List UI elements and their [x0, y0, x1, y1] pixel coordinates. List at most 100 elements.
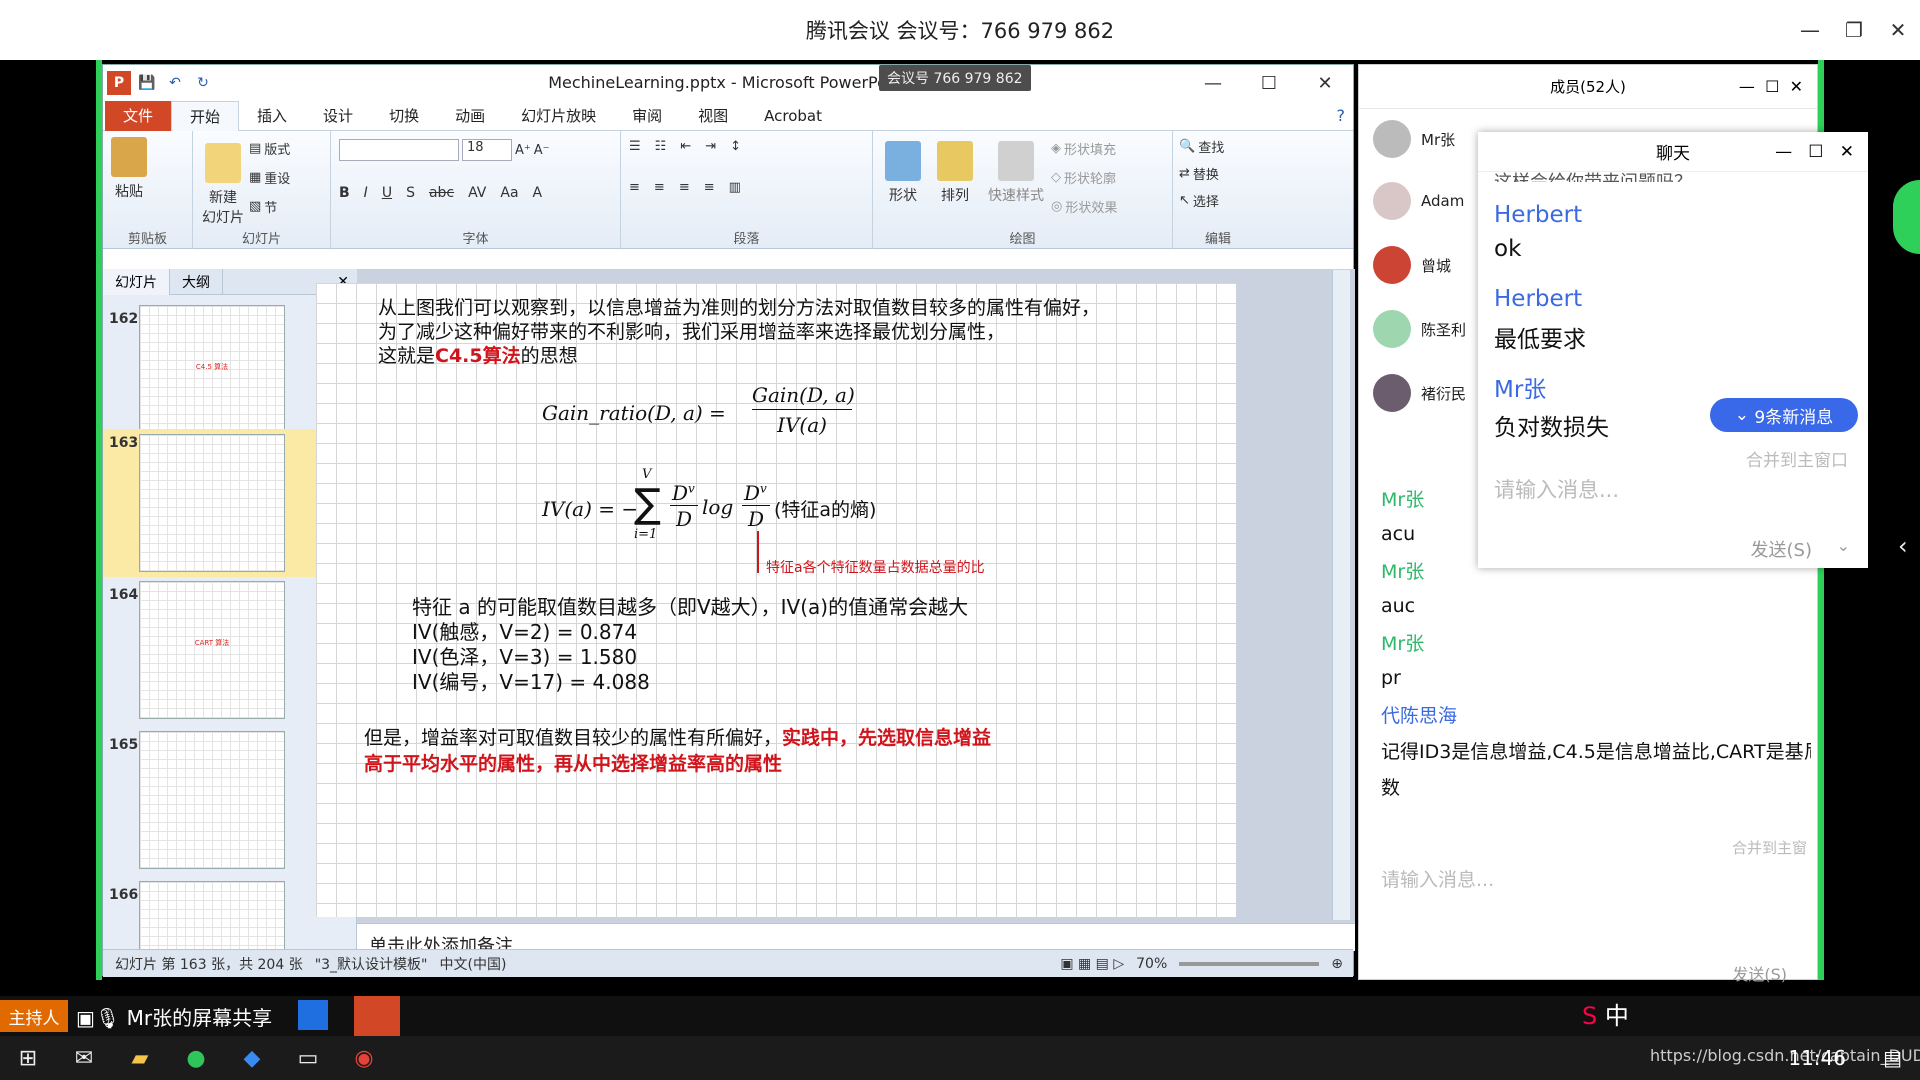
tab-slides-panel[interactable]: 幻灯片: [103, 268, 170, 295]
sogou-ime-icon[interactable]: S 中: [1582, 996, 1629, 1031]
lower-chat-input[interactable]: 请输入消息...: [1381, 865, 1494, 892]
bullets-icon[interactable]: ☰: [629, 139, 641, 154]
member-row[interactable]: 曾城: [1373, 245, 1451, 285]
member-row[interactable]: 陈圣利: [1373, 309, 1466, 349]
ppt-close-icon[interactable]: ✕: [1297, 65, 1353, 101]
formula-iv-den: IV(a): [777, 413, 827, 437]
new-messages-button[interactable]: ⌄ 9条新消息: [1710, 398, 1858, 432]
bold-icon[interactable]: B: [339, 185, 350, 201]
lower-merge-label[interactable]: 合并到主窗: [1732, 837, 1807, 858]
numbering-icon[interactable]: ☷: [655, 139, 667, 154]
paste-button[interactable]: 粘贴: [103, 131, 155, 201]
minimize-icon[interactable]: —: [1788, 0, 1832, 60]
find-button[interactable]: 🔍 查找: [1179, 137, 1257, 156]
shape-effect-button[interactable]: ◎ 形状效果: [1051, 197, 1117, 216]
font-size-select[interactable]: 18: [462, 139, 512, 161]
layout-button[interactable]: ▤ 版式: [249, 139, 290, 158]
tab-view[interactable]: 视图: [680, 101, 746, 131]
strike-icon[interactable]: abc: [429, 185, 454, 201]
zoom-slider[interactable]: [1179, 961, 1320, 966]
chrome-icon[interactable]: ◉: [336, 1036, 392, 1080]
indent-icon[interactable]: ⇤: [680, 139, 691, 154]
powerpoint-icon[interactable]: [354, 996, 400, 1036]
merge-to-main-link[interactable]: 合并到主窗口: [1746, 446, 1848, 471]
fit-icon[interactable]: ⊕: [1331, 956, 1343, 972]
side-badge[interactable]: [1893, 180, 1920, 254]
avatar: [1373, 246, 1411, 284]
mail-icon[interactable]: ✉: [56, 1036, 112, 1080]
members-controls[interactable]: — ☐ ✕: [1739, 77, 1803, 96]
shadow-icon[interactable]: S: [406, 185, 415, 201]
case-icon[interactable]: Aa: [500, 185, 518, 201]
thumb-163[interactable]: 163: [103, 429, 339, 577]
align-right-icon[interactable]: ≡: [679, 180, 690, 195]
thumb-166[interactable]: 166: [103, 881, 339, 949]
ppt-maximize-icon[interactable]: ☐: [1241, 65, 1297, 101]
section-button[interactable]: ▧ 节: [249, 197, 290, 216]
lower-send-button[interactable]: 发送(S): [1732, 961, 1787, 985]
slide-canvas[interactable]: 从上图我们可以观察到，以信息增益为准则的划分方法对取值数目较多的属性有偏好， 为…: [316, 283, 1236, 917]
member-row[interactable]: Mr张: [1373, 119, 1455, 159]
tab-design[interactable]: 设计: [305, 101, 371, 131]
line-spacing-icon[interactable]: ↕: [730, 139, 741, 154]
outdent-icon[interactable]: ⇥: [705, 139, 716, 154]
restore-icon[interactable]: ❐: [1832, 0, 1876, 60]
ppt-minimize-icon[interactable]: —: [1185, 65, 1241, 101]
shape-outline-button[interactable]: ◇ 形状轮廓: [1051, 168, 1117, 187]
wechat-icon[interactable]: ●: [168, 1036, 224, 1080]
close-icon[interactable]: ✕: [1876, 0, 1920, 60]
shrink-font-icon[interactable]: A⁻: [534, 143, 550, 158]
notification-icon[interactable]: ▤: [1883, 1046, 1902, 1070]
select-button[interactable]: ↖ 选择: [1179, 191, 1257, 210]
tab-file[interactable]: 文件: [105, 100, 172, 131]
send-options-icon[interactable]: ⌄: [1837, 536, 1850, 555]
tab-insert[interactable]: 插入: [239, 101, 305, 131]
view-buttons[interactable]: ▣ ▦ ▤ ▷: [1060, 956, 1124, 972]
tab-acrobat[interactable]: Acrobat: [746, 101, 840, 131]
align-center-icon[interactable]: ≡: [654, 180, 665, 195]
font-color-icon[interactable]: A: [533, 185, 543, 201]
send-button[interactable]: 发送(S): [1751, 536, 1812, 562]
member-row[interactable]: 褚衍民: [1373, 373, 1466, 413]
members-header: 成员(52人) — ☐ ✕: [1359, 65, 1817, 109]
expand-arrow-icon[interactable]: ‹: [1898, 532, 1908, 560]
tab-animations[interactable]: 动画: [437, 101, 503, 131]
italic-icon[interactable]: I: [364, 185, 368, 201]
align-left-icon[interactable]: ≡: [629, 180, 640, 195]
tab-review[interactable]: 审阅: [614, 101, 680, 131]
avatar: [1373, 310, 1411, 348]
help-icon[interactable]: ?: [1337, 106, 1346, 125]
tab-home[interactable]: 开始: [171, 100, 240, 131]
columns-icon[interactable]: ▥: [729, 180, 741, 195]
tab-outline-panel[interactable]: 大纲: [170, 268, 223, 295]
replace-button[interactable]: ⇄ 替换: [1179, 164, 1257, 183]
thumb-165[interactable]: 165: [103, 731, 339, 869]
underline-icon[interactable]: U: [382, 185, 392, 201]
slide-scrollbar[interactable]: [1332, 270, 1350, 920]
group-editing: 🔍 查找 ⇄ 替换 ↖ 选择 编辑: [1173, 131, 1263, 249]
group-drawing-label: 绘图: [1009, 232, 1036, 247]
section-icon: ▧: [249, 199, 262, 214]
shape-fill-button[interactable]: ◈ 形状填充: [1051, 139, 1117, 158]
meeting-icon[interactable]: ◆: [224, 1036, 280, 1080]
font-name-select[interactable]: [339, 139, 459, 161]
justify-icon[interactable]: ≡: [704, 180, 715, 195]
tab-slideshow[interactable]: 幻灯片放映: [503, 101, 614, 131]
thumb-164[interactable]: 164 CART 算法: [103, 581, 339, 719]
meeting-title-bar: 腾讯会议 会议号：766 979 862 — ❐ ✕: [0, 0, 1920, 60]
tencent-meeting-icon[interactable]: [298, 1000, 328, 1030]
spacing-icon[interactable]: AV: [468, 185, 486, 201]
chat-input[interactable]: 请输入消息...: [1494, 474, 1619, 504]
chat-sender: Herbert: [1494, 286, 1583, 312]
thumb-162[interactable]: 162 C4.5 算法: [103, 305, 339, 443]
notes-pane[interactable]: 单击此处添加备注: [357, 923, 1355, 957]
chat-controls[interactable]: — ☐ ✕: [1775, 142, 1854, 162]
windows-start-icon[interactable]: ⊞: [0, 1036, 56, 1080]
slide-para-1: 从上图我们可以观察到，以信息增益为准则的划分方法对取值数目较多的属性有偏好，: [378, 297, 1101, 319]
tab-transitions[interactable]: 切换: [371, 101, 437, 131]
terminal-icon[interactable]: ▭: [280, 1036, 336, 1080]
explorer-icon[interactable]: ▰: [112, 1036, 168, 1080]
member-row[interactable]: Adam: [1373, 181, 1464, 221]
reset-button[interactable]: ▦ 重设: [249, 168, 290, 187]
grow-font-icon[interactable]: A⁺: [515, 143, 531, 158]
